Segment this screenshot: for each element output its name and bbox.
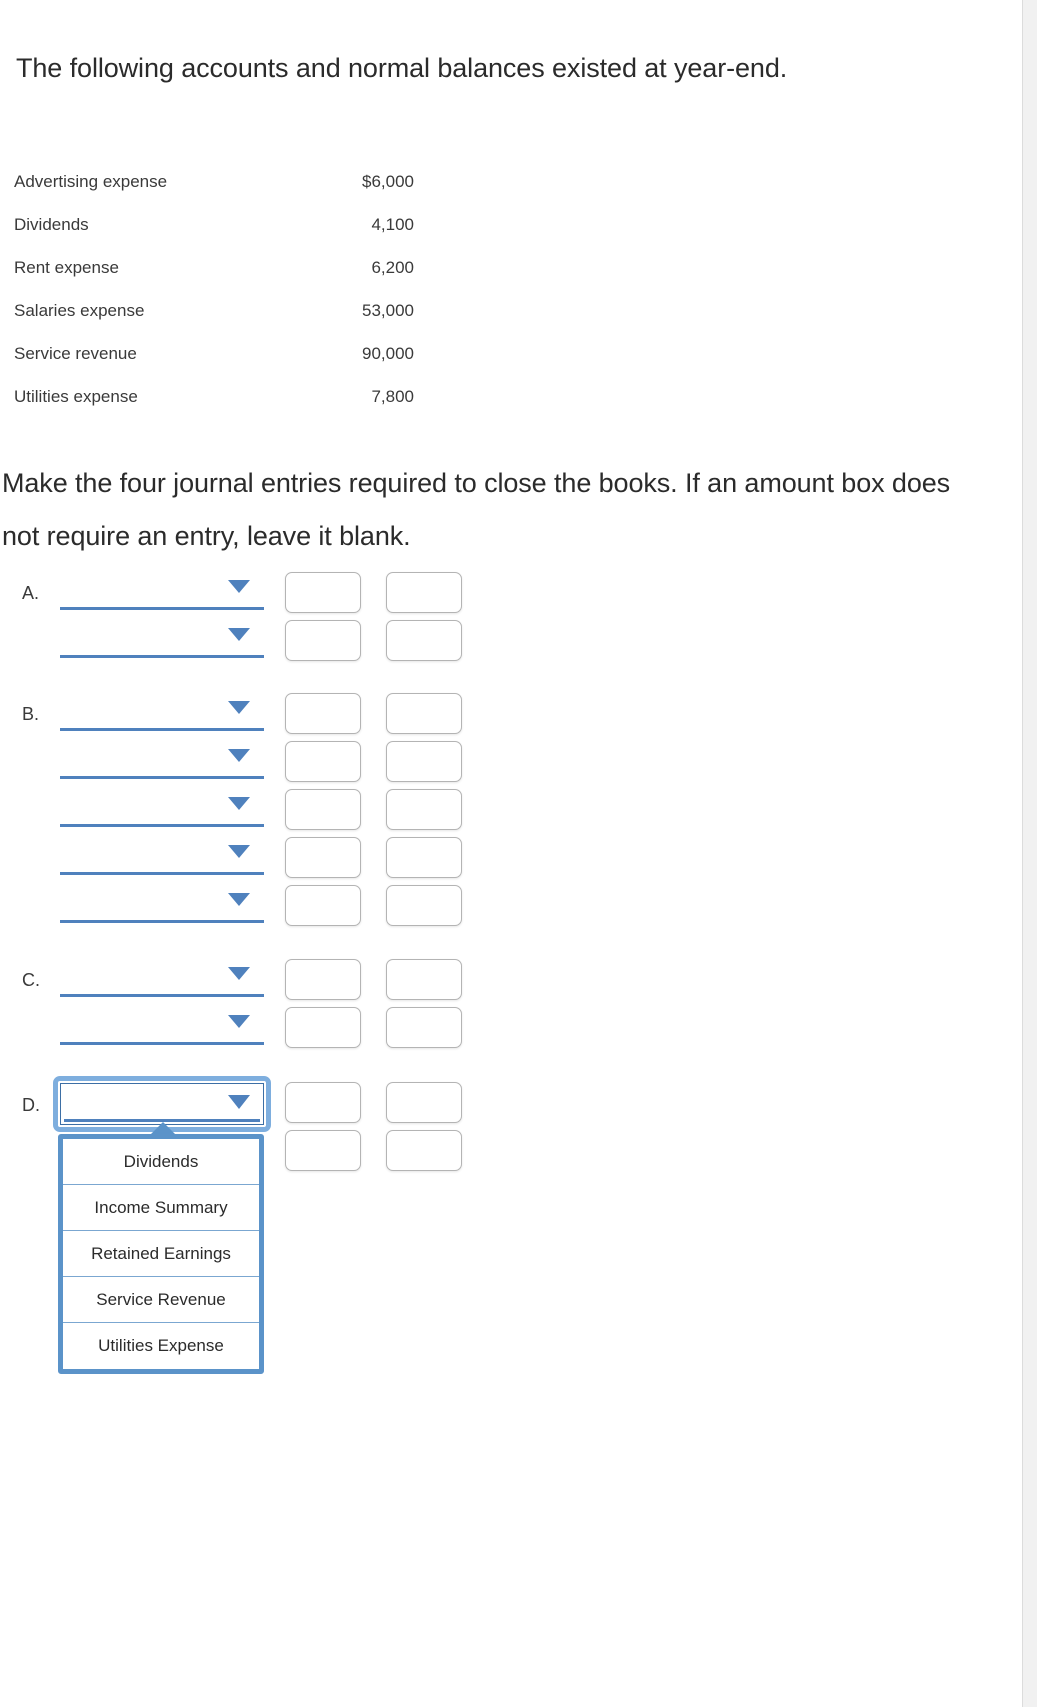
entry-c-line-1 (0, 959, 520, 1007)
debit-input-b2[interactable] (285, 741, 361, 782)
entry-a-line-2 (0, 620, 520, 668)
dropdown-option-utilities-expense[interactable]: Utilities Expense (63, 1323, 259, 1369)
credit-input-d1[interactable] (386, 1082, 462, 1123)
dropdown-option-service-revenue[interactable]: Service Revenue (63, 1277, 259, 1323)
chevron-down-icon (228, 1095, 250, 1109)
credit-input-b1[interactable] (386, 693, 462, 734)
debit-input-c1[interactable] (285, 959, 361, 1000)
journal-entries-form: A. B. C. D. Dividends Income Summary Ret… (0, 0, 1022, 1707)
entry-a-line-1 (0, 572, 520, 620)
account-select-c1[interactable] (60, 959, 264, 997)
entry-c-line-2 (0, 1007, 520, 1055)
account-dropdown-list[interactable]: Dividends Income Summary Retained Earnin… (58, 1122, 264, 1374)
credit-input-b3[interactable] (386, 789, 462, 830)
account-select-a1[interactable] (60, 572, 264, 610)
account-select-b2[interactable] (60, 741, 264, 779)
account-select-d1[interactable] (53, 1076, 271, 1132)
debit-input-b1[interactable] (285, 693, 361, 734)
dropdown-option-retained-earnings[interactable]: Retained Earnings (63, 1231, 259, 1277)
question-page: The following accounts and normal balanc… (0, 0, 1022, 1707)
chevron-down-icon (228, 749, 250, 762)
chevron-down-icon (228, 580, 250, 593)
account-select-b1[interactable] (60, 693, 264, 731)
debit-input-a1[interactable] (285, 572, 361, 613)
debit-input-d2[interactable] (285, 1130, 361, 1171)
entry-b-line-5 (0, 885, 520, 933)
debit-input-b3[interactable] (285, 789, 361, 830)
account-select-a2[interactable] (60, 620, 264, 658)
debit-input-b4[interactable] (285, 837, 361, 878)
account-select-b4[interactable] (60, 837, 264, 875)
chevron-down-icon (228, 845, 250, 858)
vertical-scrollbar[interactable] (1022, 0, 1037, 1707)
account-select-c2[interactable] (60, 1007, 264, 1045)
entry-b-line-1 (0, 693, 520, 741)
debit-input-d1[interactable] (285, 1082, 361, 1123)
credit-input-d2[interactable] (386, 1130, 462, 1171)
chevron-down-icon (228, 628, 250, 641)
chevron-down-icon (228, 1015, 250, 1028)
account-select-b3[interactable] (60, 789, 264, 827)
chevron-down-icon (228, 967, 250, 980)
chevron-down-icon (228, 893, 250, 906)
dropdown-option-income-summary[interactable]: Income Summary (63, 1185, 259, 1231)
entry-b-line-2 (0, 741, 520, 789)
entry-b-line-3 (0, 789, 520, 837)
credit-input-b4[interactable] (386, 837, 462, 878)
entry-b-line-4 (0, 837, 520, 885)
credit-input-a1[interactable] (386, 572, 462, 613)
credit-input-c1[interactable] (386, 959, 462, 1000)
chevron-down-icon (228, 797, 250, 810)
credit-input-c2[interactable] (386, 1007, 462, 1048)
credit-input-b2[interactable] (386, 741, 462, 782)
chevron-down-icon (228, 701, 250, 714)
debit-input-a2[interactable] (285, 620, 361, 661)
debit-input-c2[interactable] (285, 1007, 361, 1048)
caret-up-icon (146, 1122, 180, 1139)
debit-input-b5[interactable] (285, 885, 361, 926)
dropdown-option-dividends[interactable]: Dividends (63, 1139, 259, 1185)
credit-input-a2[interactable] (386, 620, 462, 661)
account-select-b5[interactable] (60, 885, 264, 923)
credit-input-b5[interactable] (386, 885, 462, 926)
